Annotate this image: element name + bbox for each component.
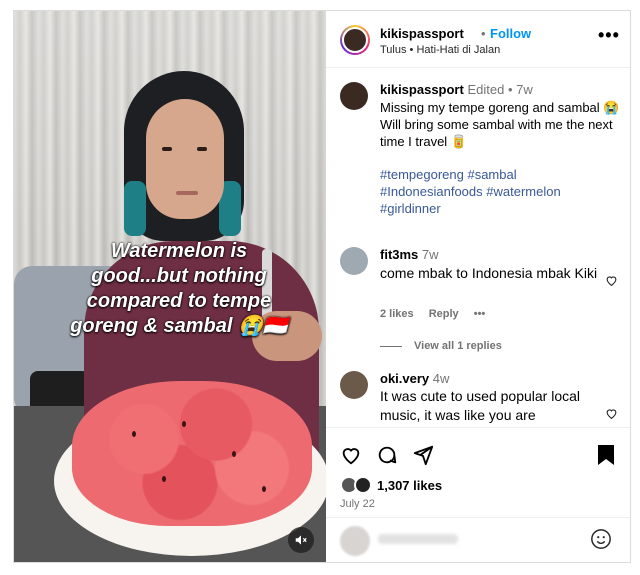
post-sidebar: kikispassport • Follow Tulus • Hati-Hati… (326, 11, 630, 562)
post-header: kikispassport • Follow Tulus • Hati-Hati… (326, 11, 630, 68)
heart-icon (342, 448, 360, 465)
instagram-post: Watermelon is good...but nothing compare… (13, 10, 631, 563)
separator-dot: • (481, 26, 486, 41)
hashtag-link[interactable]: #girldinner (380, 201, 441, 216)
caption-username[interactable]: kikispassport (380, 82, 464, 97)
comment-actions: 2 likes Reply ••• (380, 308, 497, 320)
comment-text: It was cute to used popular local music,… (380, 388, 581, 423)
comment-icon (378, 446, 397, 464)
caption-time[interactable]: 7w (516, 82, 533, 97)
hashtag-link[interactable]: #Indonesianfoods (380, 184, 483, 199)
comment-username[interactable]: fit3ms (380, 247, 418, 262)
follow-button[interactable]: Follow (490, 26, 531, 41)
avatar (354, 476, 372, 494)
hashtag-list: #tempegoreng #sambal #Indonesianfoods #w… (380, 166, 620, 217)
overlay-line: Watermelon is (110, 240, 248, 262)
caption-text: Missing my tempe goreng and sambal 😭 Wil… (380, 100, 620, 149)
emoji-button[interactable] (590, 528, 612, 556)
comment-likes[interactable]: 2 likes (380, 308, 414, 320)
add-comment-bar (326, 517, 630, 562)
hashtag-link[interactable]: #watermelon (486, 184, 560, 199)
comment-input[interactable] (378, 534, 458, 544)
post-media[interactable]: Watermelon is good...but nothing compare… (14, 11, 326, 562)
comment-header: oki.very 4w (380, 371, 449, 386)
likes-count[interactable]: 1,307 likes (377, 478, 442, 493)
share-button[interactable] (412, 444, 434, 470)
heart-icon (606, 276, 617, 287)
mute-button[interactable] (288, 527, 314, 553)
comment-time[interactable]: 7w (422, 247, 439, 262)
comment-button[interactable] (376, 444, 398, 470)
comment-time[interactable]: 4w (433, 371, 450, 386)
post-actions: 1,307 likes July 22 (326, 427, 630, 517)
avatar[interactable] (340, 247, 368, 275)
liker-avatars[interactable] (340, 476, 374, 494)
music-link[interactable]: Tulus • Hati-Hati di Jalan (380, 44, 500, 56)
speaker-muted-icon (295, 535, 307, 545)
person-face (146, 99, 224, 219)
hashtag-link[interactable]: #tempegoreng (380, 167, 464, 182)
comment-header: fit3ms 7w (380, 247, 439, 262)
hashtag-link[interactable]: #sambal (467, 167, 516, 182)
smiley-icon (591, 529, 611, 549)
watermelon (72, 381, 312, 526)
share-icon (413, 445, 434, 466)
overlay-line: good...but nothing (91, 265, 267, 287)
comment-like-button[interactable] (605, 274, 618, 290)
reply-button[interactable]: Reply (429, 308, 459, 320)
bookmark-icon (598, 445, 614, 465)
post-date[interactable]: July 22 (340, 498, 375, 510)
avatar[interactable] (340, 371, 368, 399)
heart-icon (606, 409, 617, 420)
like-button[interactable] (340, 444, 362, 470)
comments-section[interactable]: kikispassport Edited • 7w Missing my tem… (326, 69, 630, 427)
comment-username[interactable]: oki.very (380, 371, 429, 386)
edited-label: Edited (467, 82, 505, 97)
avatar[interactable] (340, 82, 368, 110)
overlay-line: goreng & sambal 😭🇮🇩 (70, 315, 288, 337)
save-button[interactable] (596, 444, 616, 470)
avatar (340, 526, 370, 556)
comment-more-button[interactable]: ••• (474, 308, 486, 320)
comment-like-button[interactable] (605, 407, 618, 423)
more-options-button[interactable]: ••• (598, 25, 620, 46)
comment-text: come mbak to Indonesia mbak Kiki (380, 265, 598, 281)
view-replies-button[interactable]: View all 1 replies (380, 340, 502, 352)
overlay-line: compared to tempe (86, 290, 272, 312)
video-overlay-text: Watermelon is good...but nothing compare… (54, 239, 304, 339)
avatar[interactable] (340, 25, 370, 55)
username-link[interactable]: kikispassport (380, 26, 464, 41)
caption-header: kikispassport Edited • 7w (380, 82, 533, 97)
